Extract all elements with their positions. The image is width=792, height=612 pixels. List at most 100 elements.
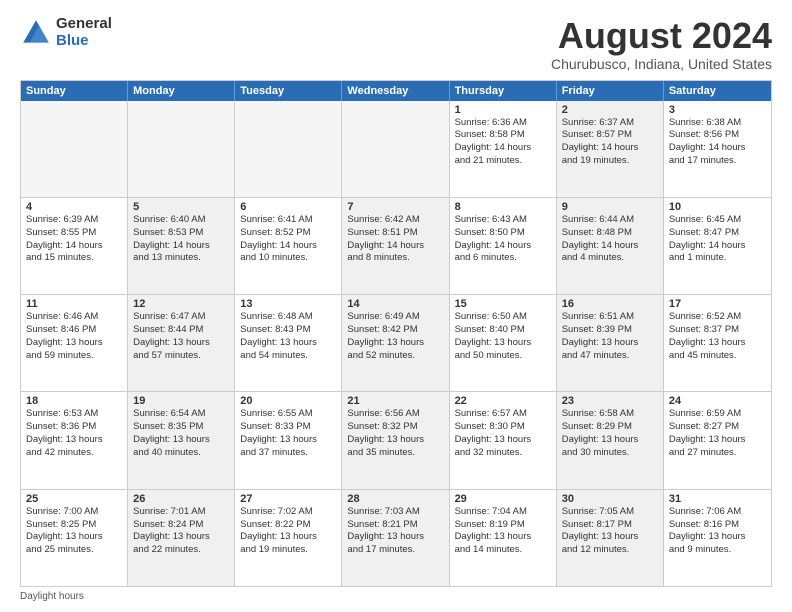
calendar-row: 25Sunrise: 7:00 AMSunset: 8:25 PMDayligh… (21, 490, 771, 586)
logo-icon (20, 17, 52, 49)
calendar-cell: 27Sunrise: 7:02 AMSunset: 8:22 PMDayligh… (235, 490, 342, 586)
main-title: August 2024 (551, 16, 772, 56)
cell-line: Daylight: 14 hours (240, 240, 336, 253)
cell-line: and 25 minutes. (26, 544, 122, 557)
calendar-cell: 16Sunrise: 6:51 AMSunset: 8:39 PMDayligh… (557, 295, 664, 391)
cell-line: and 17 minutes. (347, 544, 443, 557)
cell-line: and 57 minutes. (133, 350, 229, 363)
header-cell-thursday: Thursday (450, 81, 557, 101)
header-cell-friday: Friday (557, 81, 664, 101)
cell-line: and 30 minutes. (562, 447, 658, 460)
day-number: 12 (133, 298, 229, 310)
cell-line: and 19 minutes. (240, 544, 336, 557)
cell-line: and 8 minutes. (347, 252, 443, 265)
cell-line: Sunset: 8:50 PM (455, 227, 551, 240)
cell-line: Daylight: 13 hours (669, 337, 766, 350)
cell-line: and 14 minutes. (455, 544, 551, 557)
day-number: 29 (455, 493, 551, 505)
page: General Blue August 2024 Churubusco, Ind… (0, 0, 792, 612)
cell-line: Daylight: 13 hours (669, 434, 766, 447)
calendar-cell: 12Sunrise: 6:47 AMSunset: 8:44 PMDayligh… (128, 295, 235, 391)
day-number: 26 (133, 493, 229, 505)
calendar-cell (128, 101, 235, 197)
header-cell-wednesday: Wednesday (342, 81, 449, 101)
cell-line: and 22 minutes. (133, 544, 229, 557)
cell-line: Daylight: 14 hours (562, 142, 658, 155)
cell-line: Daylight: 13 hours (240, 337, 336, 350)
cell-line: Sunset: 8:30 PM (455, 421, 551, 434)
cell-line: and 19 minutes. (562, 155, 658, 168)
calendar-cell: 13Sunrise: 6:48 AMSunset: 8:43 PMDayligh… (235, 295, 342, 391)
calendar-cell: 20Sunrise: 6:55 AMSunset: 8:33 PMDayligh… (235, 392, 342, 488)
calendar-cell: 30Sunrise: 7:05 AMSunset: 8:17 PMDayligh… (557, 490, 664, 586)
cell-line: Daylight: 13 hours (133, 531, 229, 544)
calendar-cell: 19Sunrise: 6:54 AMSunset: 8:35 PMDayligh… (128, 392, 235, 488)
cell-line: Sunrise: 6:57 AM (455, 408, 551, 421)
day-number: 21 (347, 395, 443, 407)
cell-line: Sunrise: 6:40 AM (133, 214, 229, 227)
header-cell-sunday: Sunday (21, 81, 128, 101)
cell-line: and 42 minutes. (26, 447, 122, 460)
cell-line: and 35 minutes. (347, 447, 443, 460)
cell-line: Sunset: 8:19 PM (455, 519, 551, 532)
cell-line: Daylight: 14 hours (455, 240, 551, 253)
calendar-cell: 9Sunrise: 6:44 AMSunset: 8:48 PMDaylight… (557, 198, 664, 294)
cell-line: Daylight: 13 hours (240, 434, 336, 447)
cell-line: Sunset: 8:46 PM (26, 324, 122, 337)
cell-line: Sunset: 8:47 PM (669, 227, 766, 240)
cell-line: Sunrise: 7:00 AM (26, 506, 122, 519)
cell-line: Sunset: 8:17 PM (562, 519, 658, 532)
cell-line: Daylight: 14 hours (26, 240, 122, 253)
logo: General Blue (20, 16, 112, 49)
cell-line: Sunrise: 6:36 AM (455, 117, 551, 130)
cell-line: Sunrise: 6:51 AM (562, 311, 658, 324)
calendar-cell: 7Sunrise: 6:42 AMSunset: 8:51 PMDaylight… (342, 198, 449, 294)
cell-line: Sunset: 8:21 PM (347, 519, 443, 532)
day-number: 8 (455, 201, 551, 213)
cell-line: Sunset: 8:25 PM (26, 519, 122, 532)
day-number: 7 (347, 201, 443, 213)
calendar-cell: 22Sunrise: 6:57 AMSunset: 8:30 PMDayligh… (450, 392, 557, 488)
cell-line: Sunrise: 7:01 AM (133, 506, 229, 519)
cell-line: and 6 minutes. (455, 252, 551, 265)
cell-line: and 54 minutes. (240, 350, 336, 363)
calendar-cell: 14Sunrise: 6:49 AMSunset: 8:42 PMDayligh… (342, 295, 449, 391)
day-number: 30 (562, 493, 658, 505)
day-number: 4 (26, 201, 122, 213)
cell-line: Sunset: 8:56 PM (669, 129, 766, 142)
cell-line: Daylight: 13 hours (562, 337, 658, 350)
cell-line: and 9 minutes. (669, 544, 766, 557)
cell-line: Sunset: 8:37 PM (669, 324, 766, 337)
cell-line: Sunrise: 6:37 AM (562, 117, 658, 130)
cell-line: Daylight: 14 hours (455, 142, 551, 155)
day-number: 9 (562, 201, 658, 213)
cell-line: Sunset: 8:22 PM (240, 519, 336, 532)
cell-line: and 32 minutes. (455, 447, 551, 460)
cell-line: Daylight: 13 hours (26, 434, 122, 447)
cell-line: and 59 minutes. (26, 350, 122, 363)
cell-line: Sunrise: 6:47 AM (133, 311, 229, 324)
cell-line: Daylight: 13 hours (562, 531, 658, 544)
calendar-cell: 3Sunrise: 6:38 AMSunset: 8:56 PMDaylight… (664, 101, 771, 197)
calendar-cell (342, 101, 449, 197)
cell-line: and 21 minutes. (455, 155, 551, 168)
day-number: 20 (240, 395, 336, 407)
day-number: 25 (26, 493, 122, 505)
cell-line: Sunset: 8:57 PM (562, 129, 658, 142)
cell-line: Sunrise: 6:42 AM (347, 214, 443, 227)
cell-line: and 15 minutes. (26, 252, 122, 265)
cell-line: Daylight: 14 hours (669, 240, 766, 253)
logo-general: General (56, 16, 112, 33)
cell-line: Daylight: 13 hours (26, 531, 122, 544)
cell-line: Sunrise: 6:53 AM (26, 408, 122, 421)
cell-line: Sunrise: 6:39 AM (26, 214, 122, 227)
cell-line: Daylight: 13 hours (455, 531, 551, 544)
calendar-header: SundayMondayTuesdayWednesdayThursdayFrid… (21, 81, 771, 101)
day-number: 3 (669, 104, 766, 116)
calendar-cell: 23Sunrise: 6:58 AMSunset: 8:29 PMDayligh… (557, 392, 664, 488)
calendar-cell: 10Sunrise: 6:45 AMSunset: 8:47 PMDayligh… (664, 198, 771, 294)
cell-line: Sunset: 8:53 PM (133, 227, 229, 240)
calendar-row: 18Sunrise: 6:53 AMSunset: 8:36 PMDayligh… (21, 392, 771, 489)
cell-line: and 27 minutes. (669, 447, 766, 460)
day-number: 6 (240, 201, 336, 213)
